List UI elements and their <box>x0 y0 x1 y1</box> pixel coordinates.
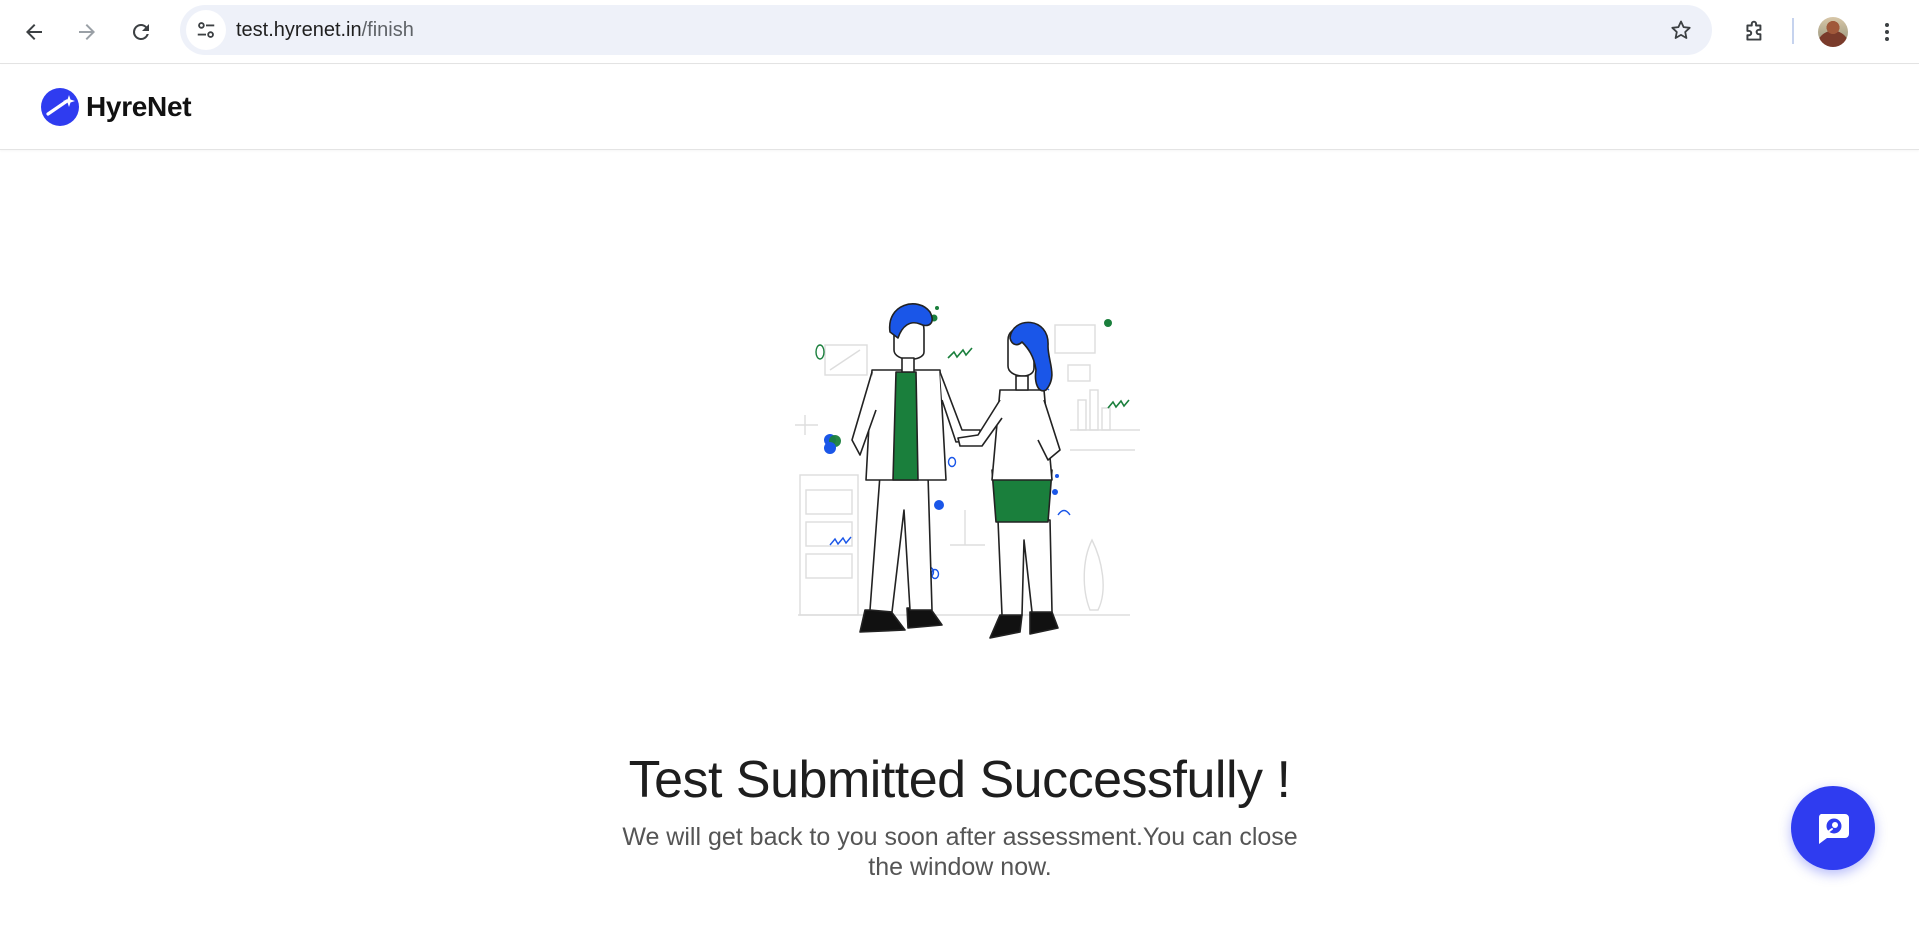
url-text[interactable]: test.hyrenet.in/finish <box>236 19 414 42</box>
url-path: /finish <box>361 19 414 41</box>
chat-bubble-icon <box>1818 814 1849 844</box>
avatar <box>1818 17 1848 47</box>
arrow-left-icon <box>26 24 42 40</box>
hyrenet-logo-icon <box>41 88 79 126</box>
reload-icon <box>133 23 149 40</box>
handshake-illustration <box>795 303 1140 639</box>
browser-toolbar: test.hyrenet.in/finish <box>0 0 1919 64</box>
success-subtitle: We will get back to you soon after asses… <box>622 823 1298 881</box>
forward-button[interactable] <box>67 12 107 52</box>
chat-support-button[interactable] <box>1791 786 1875 870</box>
app-header: HyreNet <box>0 65 1919 150</box>
back-button[interactable] <box>14 12 54 52</box>
tune-icon <box>197 22 215 38</box>
profile-button[interactable] <box>1813 12 1853 52</box>
reload-button[interactable] <box>121 12 161 52</box>
bookmark-button[interactable] <box>1664 13 1698 47</box>
site-info-button[interactable] <box>186 10 226 50</box>
toolbar-divider <box>1792 18 1794 44</box>
woman-figure <box>957 321 1061 639</box>
background-furniture <box>795 324 1140 616</box>
star-icon <box>1671 20 1691 39</box>
kebab-menu-icon <box>1885 23 1889 41</box>
url-host: test.hyrenet.in <box>236 19 362 41</box>
puzzle-icon <box>1746 20 1762 41</box>
extensions-button[interactable] <box>1735 12 1775 52</box>
success-title: Test Submitted Successfully ! <box>628 751 1291 809</box>
browser-menu-button[interactable] <box>1867 12 1907 52</box>
brand-logo-link[interactable]: HyreNet <box>40 87 192 127</box>
address-bar[interactable]: test.hyrenet.in/finish <box>180 5 1712 55</box>
arrow-right-icon <box>79 24 95 40</box>
brand-name: HyreNet <box>86 91 192 122</box>
